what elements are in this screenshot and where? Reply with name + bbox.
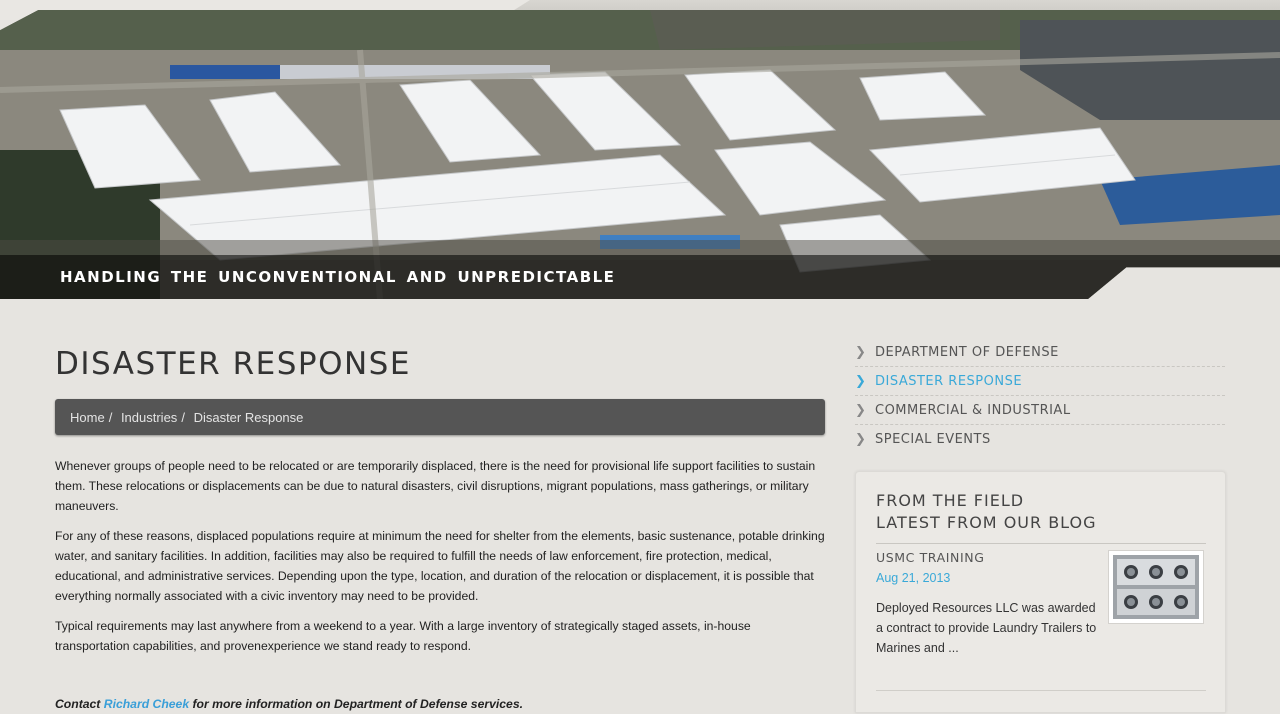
blog-divider: [876, 690, 1206, 691]
laundry-machines-image: [1113, 555, 1199, 619]
breadcrumb-separator: /: [181, 409, 185, 425]
page-title: DISASTER RESPONSE: [55, 346, 411, 382]
blog-heading-line2: LATEST FROM OUR BLOG: [876, 513, 1097, 532]
sidebar-item-disaster-response[interactable]: ❯ DISASTER RESPONSE: [855, 367, 1225, 396]
breadcrumb-separator: /: [108, 409, 113, 425]
sidebar-item-department-of-defense[interactable]: ❯ DEPARTMENT OF DEFENSE: [855, 338, 1225, 367]
blog-widget: FROM THE FIELD LATEST FROM OUR BLOG USMC…: [855, 471, 1226, 713]
breadcrumb-industries-link[interactable]: Industries: [121, 410, 177, 425]
blog-post-excerpt: Deployed Resources LLC was awarded a con…: [876, 601, 1097, 655]
sidebar-item-label: COMMERCIAL & INDUSTRIAL: [875, 402, 1071, 418]
chevron-right-icon: ❯: [855, 431, 867, 447]
sidebar-item-label: DISASTER RESPONSE: [875, 373, 1023, 389]
hero-banner: HANDLING THE UNCONVENTIONAL AND UNPREDIC…: [0, 10, 1280, 299]
contact-prefix: Contact: [55, 697, 101, 711]
chevron-right-icon: ❯: [855, 344, 867, 360]
blog-post-date: Aug 21, 2013: [876, 571, 951, 585]
hero-tagline: HANDLING THE UNCONVENTIONAL AND UNPREDIC…: [60, 268, 616, 286]
content-paragraph: Whenever groups of people need to be rel…: [55, 459, 816, 513]
breadcrumb-home-link[interactable]: Home: [70, 410, 105, 425]
content-paragraph: Typical requirements may last anywhere f…: [55, 619, 751, 653]
chevron-right-icon: ❯: [855, 373, 867, 389]
main-content: Whenever groups of people need to be rel…: [55, 456, 827, 711]
blog-heading: FROM THE FIELD LATEST FROM OUR BLOG: [876, 490, 1206, 544]
chevron-right-icon: ❯: [855, 402, 867, 418]
contact-name-link[interactable]: Richard Cheek: [104, 697, 189, 711]
contact-suffix: for more information on Department of De…: [192, 697, 524, 711]
contact-line: Contact Richard Cheek for more informati…: [55, 694, 523, 714]
blog-heading-line1: FROM THE FIELD: [876, 491, 1025, 510]
sidebar-nav: ❯ DEPARTMENT OF DEFENSE ❯ DISASTER RESPO…: [855, 338, 1225, 453]
sidebar-item-commercial-industrial[interactable]: ❯ COMMERCIAL & INDUSTRIAL: [855, 396, 1225, 425]
sidebar-item-label: DEPARTMENT OF DEFENSE: [875, 344, 1059, 360]
breadcrumb-current: Disaster Response: [193, 409, 304, 425]
blog-post-title[interactable]: USMC TRAINING: [876, 550, 985, 565]
sidebar-item-special-events[interactable]: ❯ SPECIAL EVENTS: [855, 425, 1225, 453]
content-paragraph: For any of these reasons, displaced popu…: [55, 529, 825, 603]
breadcrumb: Home / Industries / Disaster Response: [55, 399, 825, 435]
blog-post-thumbnail[interactable]: [1108, 550, 1204, 624]
sidebar-item-label: SPECIAL EVENTS: [875, 431, 991, 447]
